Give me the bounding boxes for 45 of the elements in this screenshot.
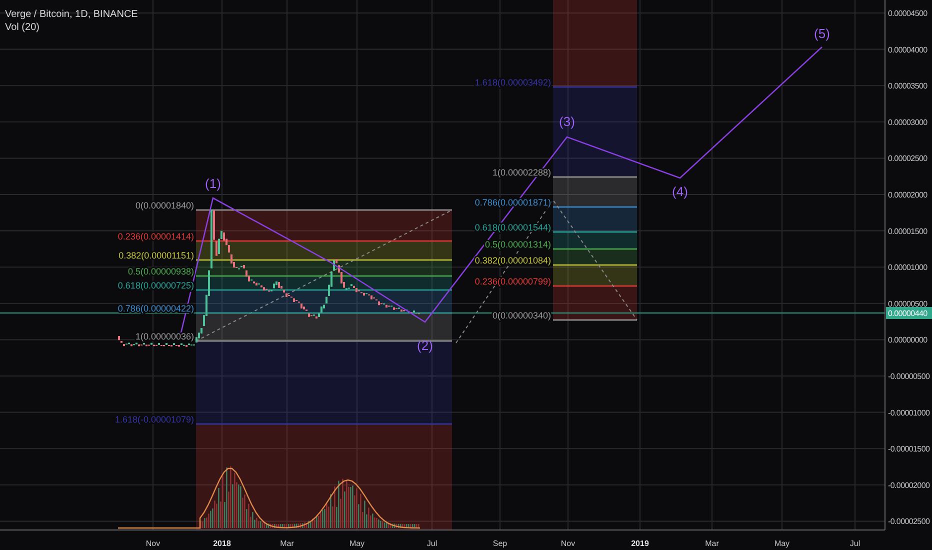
last-price-badge: 0.00000440 (886, 307, 932, 319)
price-tick-label: 0.00003000 (888, 118, 928, 127)
price-tick-label: 0.00000500 (888, 299, 928, 308)
fib-level-label: 0(0.00001840) (135, 200, 194, 210)
time-tick-label: May (774, 539, 790, 548)
price-tick-label: 0.00001500 (888, 226, 928, 236)
time-tick-label: Jul (850, 539, 860, 548)
time-tick-label: Nov (560, 539, 576, 548)
indicator-label: Vol (20) (5, 22, 40, 33)
wave-label: (2) (417, 338, 433, 353)
price-tick-label: -0.00001000 (888, 408, 930, 418)
fib-level-label: 1.618(0.00003492) (474, 78, 551, 88)
time-tick-label: 2018 (213, 539, 231, 548)
time-tick-label: Jul (426, 539, 438, 548)
fib-level-label: 0.382(0.00001151) (118, 250, 194, 260)
wave-label: (5) (814, 26, 830, 41)
price-tick-label: 0.00004000 (888, 45, 928, 54)
price-tick-label: 0.00003500 (888, 82, 928, 91)
time-tick-label: Mar (705, 539, 719, 548)
price-tick-label: 0.00002000 (888, 190, 928, 200)
wave-label: (1) (205, 176, 221, 191)
price-tick-label: 0.00004500 (888, 9, 928, 18)
price-tick-label: -0.00001500 (888, 444, 930, 454)
chart-title: Verge / Bitcoin, 1D, BINANCE (5, 9, 138, 20)
wave-label: (3) (559, 114, 575, 129)
price-tick-label: -0.00002500 (888, 517, 930, 526)
time-tick-label: Mar (280, 539, 294, 548)
price-tick-label: 0.00002500 (888, 154, 928, 164)
fib-level-label: 0.5(0.00001314) (484, 240, 551, 250)
fib-level-label: 0.382(0.00001084) (474, 256, 551, 266)
fib-level-label: 1.618(-0.00001079) (114, 414, 194, 424)
fib-level-label: 0.5(0.00000938) (128, 266, 194, 276)
fib-level-label: 0.236(0.00000799) (474, 276, 551, 286)
fib-level-label: 0(0.00000340) (492, 310, 551, 320)
fib-level-label: 1(0.00000036) (135, 332, 194, 342)
time-tick-label: May (349, 539, 365, 548)
time-tick-label: Nov (146, 539, 160, 548)
price-tick-label: -0.00000500 (888, 372, 930, 381)
wave-label: (4) (672, 184, 688, 199)
price-tick-label: 0.00000000 (888, 336, 928, 345)
fib-level-label: 0.236(0.00001414) (118, 232, 194, 242)
time-tick-label: 2019 (631, 539, 649, 548)
time-tick-label: Sep (492, 539, 508, 548)
price-tick-label: -0.00002000 (888, 480, 930, 490)
price-tick-label: 0.00001000 (888, 263, 928, 272)
